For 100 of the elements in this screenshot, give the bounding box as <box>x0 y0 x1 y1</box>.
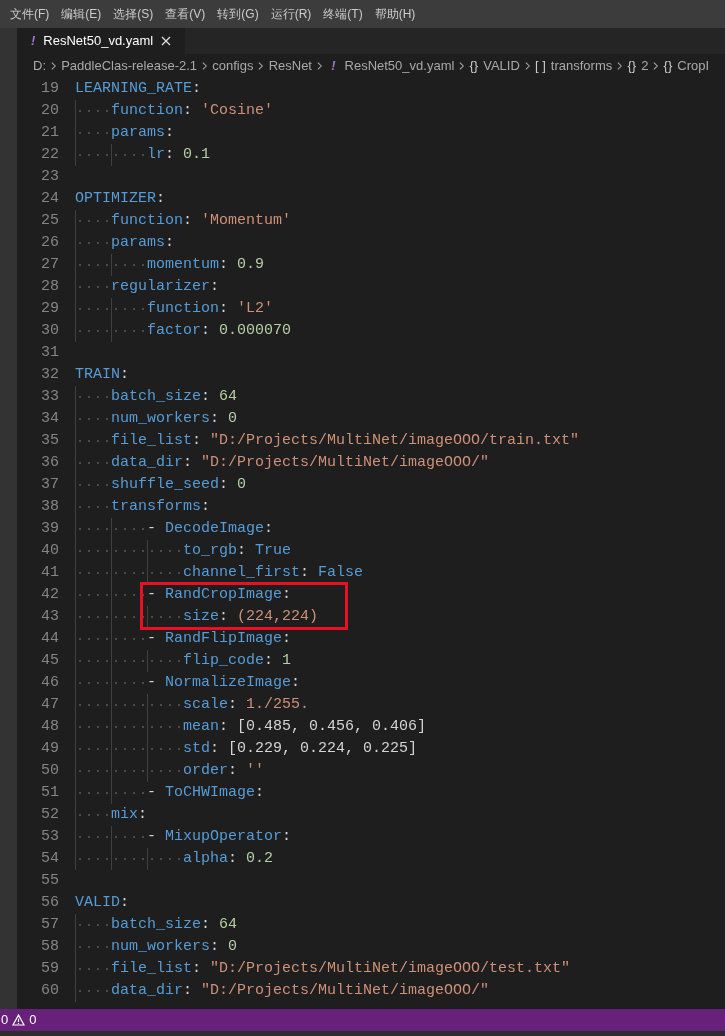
editor-tab[interactable]: ! ResNet50_vd.yaml <box>17 28 186 54</box>
line-number: 33 <box>40 386 60 407</box>
line-number: 19 <box>40 78 60 99</box>
code-line: file_list: "D:/Projects/MultiNet/imageOOO/test.txt" <box>111 958 571 979</box>
line-number: 55 <box>40 870 60 891</box>
code-line: LEARNING_RATE: <box>75 78 202 99</box>
code-line: shuffle_seed: 0 <box>111 474 247 495</box>
line-number: 51 <box>40 782 60 803</box>
line-number: 38 <box>40 496 60 517</box>
symbol-icon: [ ] <box>535 56 546 76</box>
line-number: 37 <box>40 474 60 495</box>
code-line: function: 'Momentum' <box>111 210 292 231</box>
code-line: data_dir: "D:/Projects/MultiNet/imageOOO/" <box>111 452 490 473</box>
code-line: mix: <box>111 804 148 825</box>
chevron-icon <box>202 61 208 71</box>
code-line: num_workers: 0 <box>111 936 238 957</box>
code-line: file_list: "D:/Projects/MultiNet/imageOOO/train.txt" <box>111 430 580 451</box>
code-line: flip_code: 1 <box>183 650 292 671</box>
chevron-icon <box>317 61 323 71</box>
code-line: - MixupOperator: <box>147 826 292 847</box>
menu-item[interactable]: 选择(S) <box>113 5 154 23</box>
line-number: 25 <box>40 210 60 231</box>
breadcrumb-item[interactable]: PaddleClas-release-2.1 <box>61 56 198 76</box>
menu-item[interactable]: 转到(G) <box>217 5 259 23</box>
line-number: 45 <box>40 650 60 671</box>
line-number: 24 <box>40 188 60 209</box>
tab-label: ResNet50_vd.yaml <box>43 32 154 51</box>
code-line: function: 'L2' <box>147 298 274 319</box>
line-number: 31 <box>40 342 60 363</box>
line-number: 27 <box>40 254 60 275</box>
line-number: 44 <box>40 628 60 649</box>
breadcrumb-item[interactable]: VALID <box>483 56 520 76</box>
warning-icon[interactable] <box>12 1014 26 1026</box>
menu-item[interactable]: 运行(R) <box>270 5 312 23</box>
line-number: 57 <box>40 914 60 935</box>
code-line: to_rgb: True <box>183 540 292 561</box>
code-line: - NormalizeImage: <box>147 672 301 693</box>
line-number: 48 <box>40 716 60 737</box>
line-number: 52 <box>40 804 60 825</box>
code-line: TRAIN: <box>75 364 130 385</box>
line-number: 36 <box>40 452 60 473</box>
code-line: - ToCHWImage: <box>147 782 265 803</box>
menu-item[interactable]: 帮助(H) <box>374 5 416 23</box>
line-number: 42 <box>40 584 60 605</box>
line-number: 32 <box>40 364 60 385</box>
code-line: channel_first: False <box>183 562 364 583</box>
code-line: - DecodeImage: <box>147 518 274 539</box>
breadcrumb-item[interactable]: CropI <box>677 56 710 76</box>
breadcrumb-item[interactable]: D: <box>33 56 46 76</box>
line-number: 39 <box>40 518 60 539</box>
chevron-icon <box>459 61 465 71</box>
line-number: 21 <box>40 122 60 143</box>
line-number: 34 <box>40 408 60 429</box>
code-line: factor: 0.000070 <box>147 320 292 341</box>
breadcrumb-item[interactable]: ResNet50_vd.yaml <box>344 56 455 76</box>
line-number: 30 <box>40 320 60 341</box>
code-line: lr: 0.1 <box>147 144 211 165</box>
breadcrumb-item[interactable]: ResNet <box>268 56 312 76</box>
menu-item[interactable]: 编辑(E) <box>61 5 102 23</box>
menu-item[interactable]: 文件(F) <box>10 5 50 23</box>
line-number: 49 <box>40 738 60 759</box>
code-line: VALID: <box>75 892 130 913</box>
code-line: mean: [0.485, 0.456, 0.406] <box>183 716 427 737</box>
error-count[interactable]: 0 <box>0 1010 9 1030</box>
code-line: order: '' <box>183 760 265 781</box>
line-number: 46 <box>40 672 60 693</box>
warning-count[interactable]: 0 <box>29 1010 37 1030</box>
line-number: 41 <box>40 562 60 583</box>
code-line: transforms: <box>111 496 211 517</box>
code-line: batch_size: 64 <box>111 386 238 407</box>
code-line: params: <box>111 232 175 253</box>
code-line: momentum: 0.9 <box>147 254 265 275</box>
symbol-icon: {} <box>627 56 637 76</box>
menu-item[interactable]: 终端(T) <box>323 5 363 23</box>
menu-item[interactable]: 查看(V) <box>165 5 206 23</box>
line-number: 59 <box>40 958 60 979</box>
line-number: 28 <box>40 276 60 297</box>
line-number: 47 <box>40 694 60 715</box>
breadcrumb-item[interactable]: transforms <box>550 56 613 76</box>
code-line: params: <box>111 122 175 143</box>
chevron-icon <box>258 61 264 71</box>
code-line: batch_size: 64 <box>111 914 238 935</box>
code-line: num_workers: 0 <box>111 408 238 429</box>
code-line: - RandCropImage: <box>147 584 292 605</box>
code-line: data_dir: "D:/Projects/MultiNet/imageOOO/" <box>111 980 490 1001</box>
breadcrumb-item[interactable]: 2 <box>641 56 649 76</box>
code-line: regularizer: <box>111 276 220 297</box>
code-line: alpha: 0.2 <box>183 848 274 869</box>
line-number: 35 <box>40 430 60 451</box>
line-number: 54 <box>40 848 60 869</box>
line-number: 20 <box>40 100 60 121</box>
close-icon[interactable] <box>161 36 172 46</box>
symbol-icon: {} <box>663 56 673 76</box>
code-line: std: [0.229, 0.224, 0.225] <box>183 738 418 759</box>
line-number: 60 <box>40 980 60 1001</box>
chevron-icon <box>524 61 530 71</box>
code-line: function: 'Cosine' <box>111 100 274 121</box>
line-number: 26 <box>40 232 60 253</box>
breadcrumb-item[interactable]: configs <box>212 56 254 76</box>
symbol-icon: {} <box>469 56 479 76</box>
